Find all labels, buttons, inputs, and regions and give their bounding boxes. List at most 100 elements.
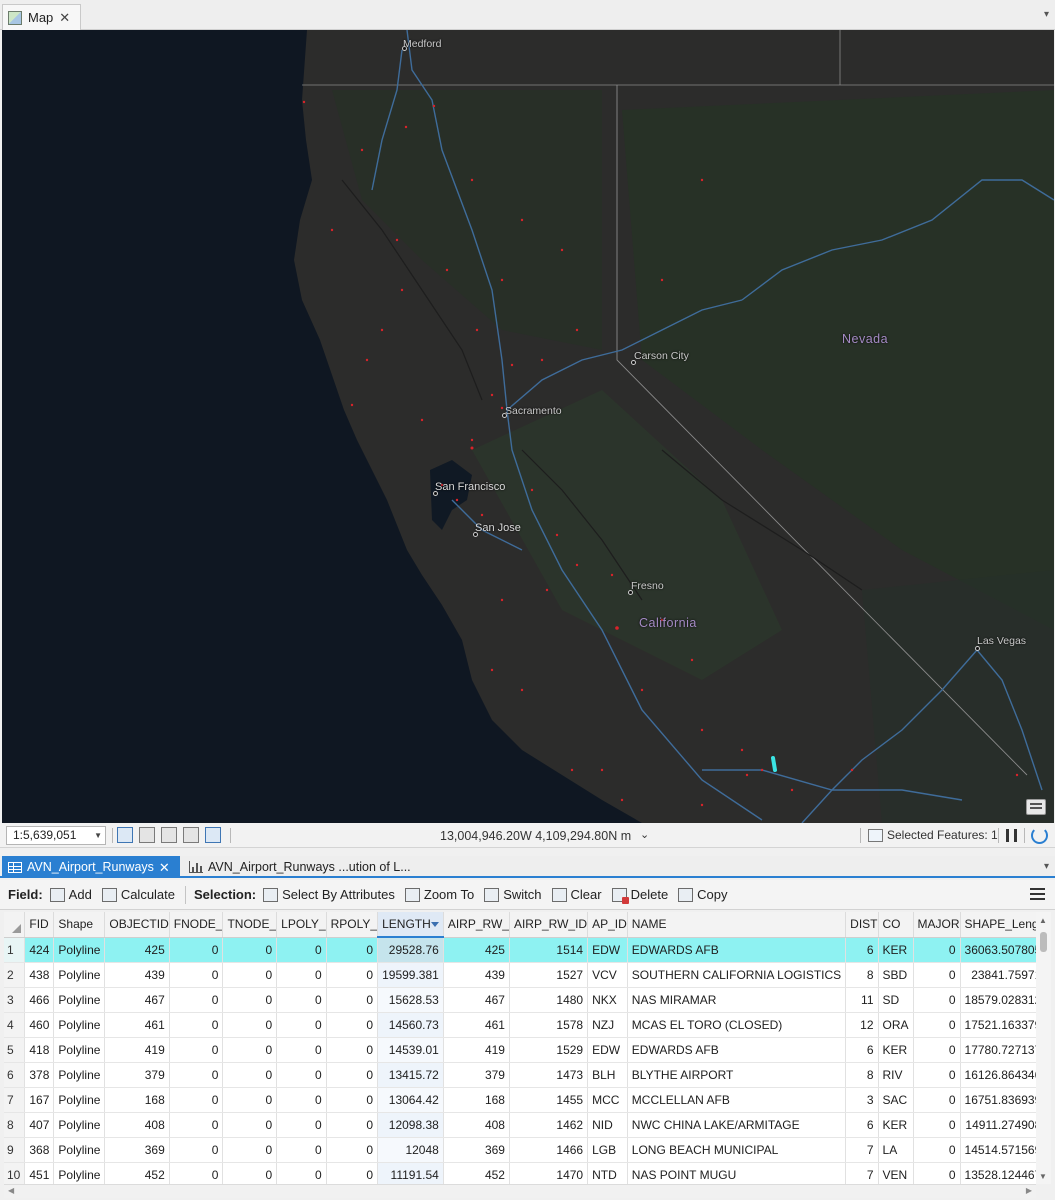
table-cell[interactable]: 0 xyxy=(326,1087,379,1113)
table-cell[interactable]: 0 xyxy=(276,987,327,1013)
row-number[interactable]: 7 xyxy=(4,1087,26,1113)
tab-chart[interactable]: AVN_Airport_Runways ...ution of L... xyxy=(183,856,417,878)
table-cell[interactable]: NKX xyxy=(587,987,628,1013)
column-header[interactable]: AIRP_RW_ID xyxy=(509,912,589,938)
table-cell[interactable]: 0 xyxy=(169,1012,224,1038)
column-header[interactable]: LPOLY_ xyxy=(276,912,327,938)
table-cell[interactable]: 6 xyxy=(845,937,879,963)
table-row[interactable]: 7 167 Polyline 168 0 0 0 0 13064.42 168 1455 MCC MCC… xyxy=(4,1087,1036,1113)
column-header[interactable]: OBJECTID xyxy=(104,912,170,938)
table-cell[interactable]: 16751.836939 xyxy=(960,1087,1036,1113)
table-cell[interactable]: 15628.53 xyxy=(377,987,444,1013)
column-header[interactable]: RPOLY_ xyxy=(326,912,379,938)
table-cell[interactable]: 0 xyxy=(326,1037,379,1063)
selected-features[interactable]: Selected Features: 1 xyxy=(868,828,998,842)
column-header[interactable]: DIST xyxy=(845,912,879,938)
table-cell[interactable]: KER xyxy=(878,1037,914,1063)
switch-button[interactable]: Switch xyxy=(484,887,542,902)
table-cell[interactable]: SBD xyxy=(878,962,914,988)
tab-map[interactable]: Map ✕ xyxy=(2,4,81,30)
table-cell[interactable]: 0 xyxy=(222,962,278,988)
table-cell[interactable]: 0 xyxy=(913,1162,961,1184)
table-cell[interactable]: 18579.028312 xyxy=(960,987,1036,1013)
table-cell[interactable]: EDW xyxy=(587,1037,628,1063)
table-cell[interactable]: 1462 xyxy=(509,1112,589,1138)
table-cell[interactable]: 0 xyxy=(276,1162,327,1184)
table-cell[interactable]: Polyline xyxy=(53,937,106,963)
table-cell[interactable]: MCCLELLAN AFB xyxy=(627,1087,847,1113)
table-cell[interactable]: 0 xyxy=(326,1062,379,1088)
table-cell[interactable]: 0 xyxy=(326,987,379,1013)
table-cell[interactable]: 1527 xyxy=(509,962,589,988)
table-cell[interactable]: 1514 xyxy=(509,937,589,963)
table-cell[interactable]: 0 xyxy=(913,1087,961,1113)
table-cell[interactable]: 14560.73 xyxy=(377,1012,444,1038)
column-header[interactable]: AIRP_RW_ xyxy=(443,912,510,938)
column-header[interactable]: FID xyxy=(24,912,55,938)
table-cell[interactable]: 0 xyxy=(276,1087,327,1113)
table-cell[interactable]: 1529 xyxy=(509,1037,589,1063)
table-cell[interactable]: 36063.507805 xyxy=(960,937,1036,963)
table-cell[interactable]: 0 xyxy=(169,1087,224,1113)
table-cell[interactable]: EDWARDS AFB xyxy=(627,937,847,963)
table-cell[interactable]: 419 xyxy=(104,1037,170,1063)
table-cell[interactable]: 0 xyxy=(222,1012,278,1038)
table-cell[interactable]: 419 xyxy=(443,1037,510,1063)
table-cell[interactable]: 0 xyxy=(913,962,961,988)
table-cell[interactable]: 439 xyxy=(104,962,170,988)
table-cell[interactable]: 19599.381 xyxy=(377,962,444,988)
table-cell[interactable]: 14514.571569 xyxy=(960,1137,1036,1163)
row-number[interactable]: 5 xyxy=(4,1037,26,1063)
snapping-icon[interactable] xyxy=(161,827,177,843)
column-header[interactable]: TNODE_ xyxy=(222,912,278,938)
chevron-down-icon[interactable]: ▾ xyxy=(1044,861,1049,872)
vertical-scrollbar[interactable]: ▲ ▼ xyxy=(1036,912,1051,1184)
scroll-down-icon[interactable]: ▼ xyxy=(1039,1172,1047,1181)
table-cell[interactable]: 0 xyxy=(913,1137,961,1163)
table-cell[interactable]: 29528.76 xyxy=(377,937,444,963)
table-cell[interactable]: NWC CHINA LAKE/ARMITAGE xyxy=(627,1112,847,1138)
row-number[interactable]: 8 xyxy=(4,1112,26,1138)
table-cell[interactable]: 460 xyxy=(24,1012,55,1038)
table-cell[interactable]: 452 xyxy=(443,1162,510,1184)
table-cell[interactable]: 8 xyxy=(845,1062,879,1088)
table-cell[interactable]: 1480 xyxy=(509,987,589,1013)
table-cell[interactable]: 0 xyxy=(326,1012,379,1038)
table-cell[interactable]: 0 xyxy=(276,1137,327,1163)
table-cell[interactable]: Polyline xyxy=(53,1062,106,1088)
table-cell[interactable]: SOUTHERN CALIFORNIA LOGISTICS xyxy=(627,962,847,988)
column-header[interactable]: NAME xyxy=(627,912,847,938)
delete-button[interactable]: Delete xyxy=(611,887,668,904)
table-cell[interactable]: 0 xyxy=(169,962,224,988)
zoom-to-button[interactable]: Zoom To xyxy=(404,887,474,902)
table-cell[interactable]: NTD xyxy=(587,1162,628,1184)
table-cell[interactable]: NID xyxy=(587,1112,628,1138)
table-row[interactable]: 9 368 Polyline 369 0 0 0 0 12048 369 1466 LGB LONG B… xyxy=(4,1137,1036,1163)
table-cell[interactable]: 461 xyxy=(443,1012,510,1038)
table-cell[interactable]: 0 xyxy=(276,962,327,988)
table-cell[interactable]: 0 xyxy=(222,937,278,963)
table-cell[interactable]: 0 xyxy=(169,937,224,963)
table-cell[interactable]: 461 xyxy=(104,1012,170,1038)
crosshair-icon[interactable] xyxy=(183,827,199,843)
table-cell[interactable]: 13528.124467 xyxy=(960,1162,1036,1184)
scroll-left-icon[interactable]: ◀ xyxy=(8,1186,14,1195)
table-cell[interactable]: 452 xyxy=(104,1162,170,1184)
table-cell[interactable]: 0 xyxy=(222,1087,278,1113)
table-cell[interactable]: MCC xyxy=(587,1087,628,1113)
table-cell[interactable]: 0 xyxy=(913,1062,961,1088)
table-cell[interactable]: ORA xyxy=(878,1012,914,1038)
table-cell[interactable]: Polyline xyxy=(53,962,106,988)
table-cell[interactable]: 1578 xyxy=(509,1012,589,1038)
table-cell[interactable]: 467 xyxy=(104,987,170,1013)
table-cell[interactable]: LA xyxy=(878,1137,914,1163)
table-cell[interactable]: 16126.864346 xyxy=(960,1062,1036,1088)
horizontal-scrollbar[interactable]: ◀ ▶ xyxy=(4,1184,1036,1198)
table-cell[interactable]: 1473 xyxy=(509,1062,589,1088)
table-row[interactable]: 1 424 Polyline 425 0 0 0 0 29528.76 425 1514 EDW EDW… xyxy=(4,937,1036,963)
table-cell[interactable]: EDW xyxy=(587,937,628,963)
table-cell[interactable]: 14539.01 xyxy=(377,1037,444,1063)
table-cell[interactable]: 13064.42 xyxy=(377,1087,444,1113)
clear-button[interactable]: Clear xyxy=(551,887,602,902)
table-cell[interactable]: 6 xyxy=(845,1112,879,1138)
